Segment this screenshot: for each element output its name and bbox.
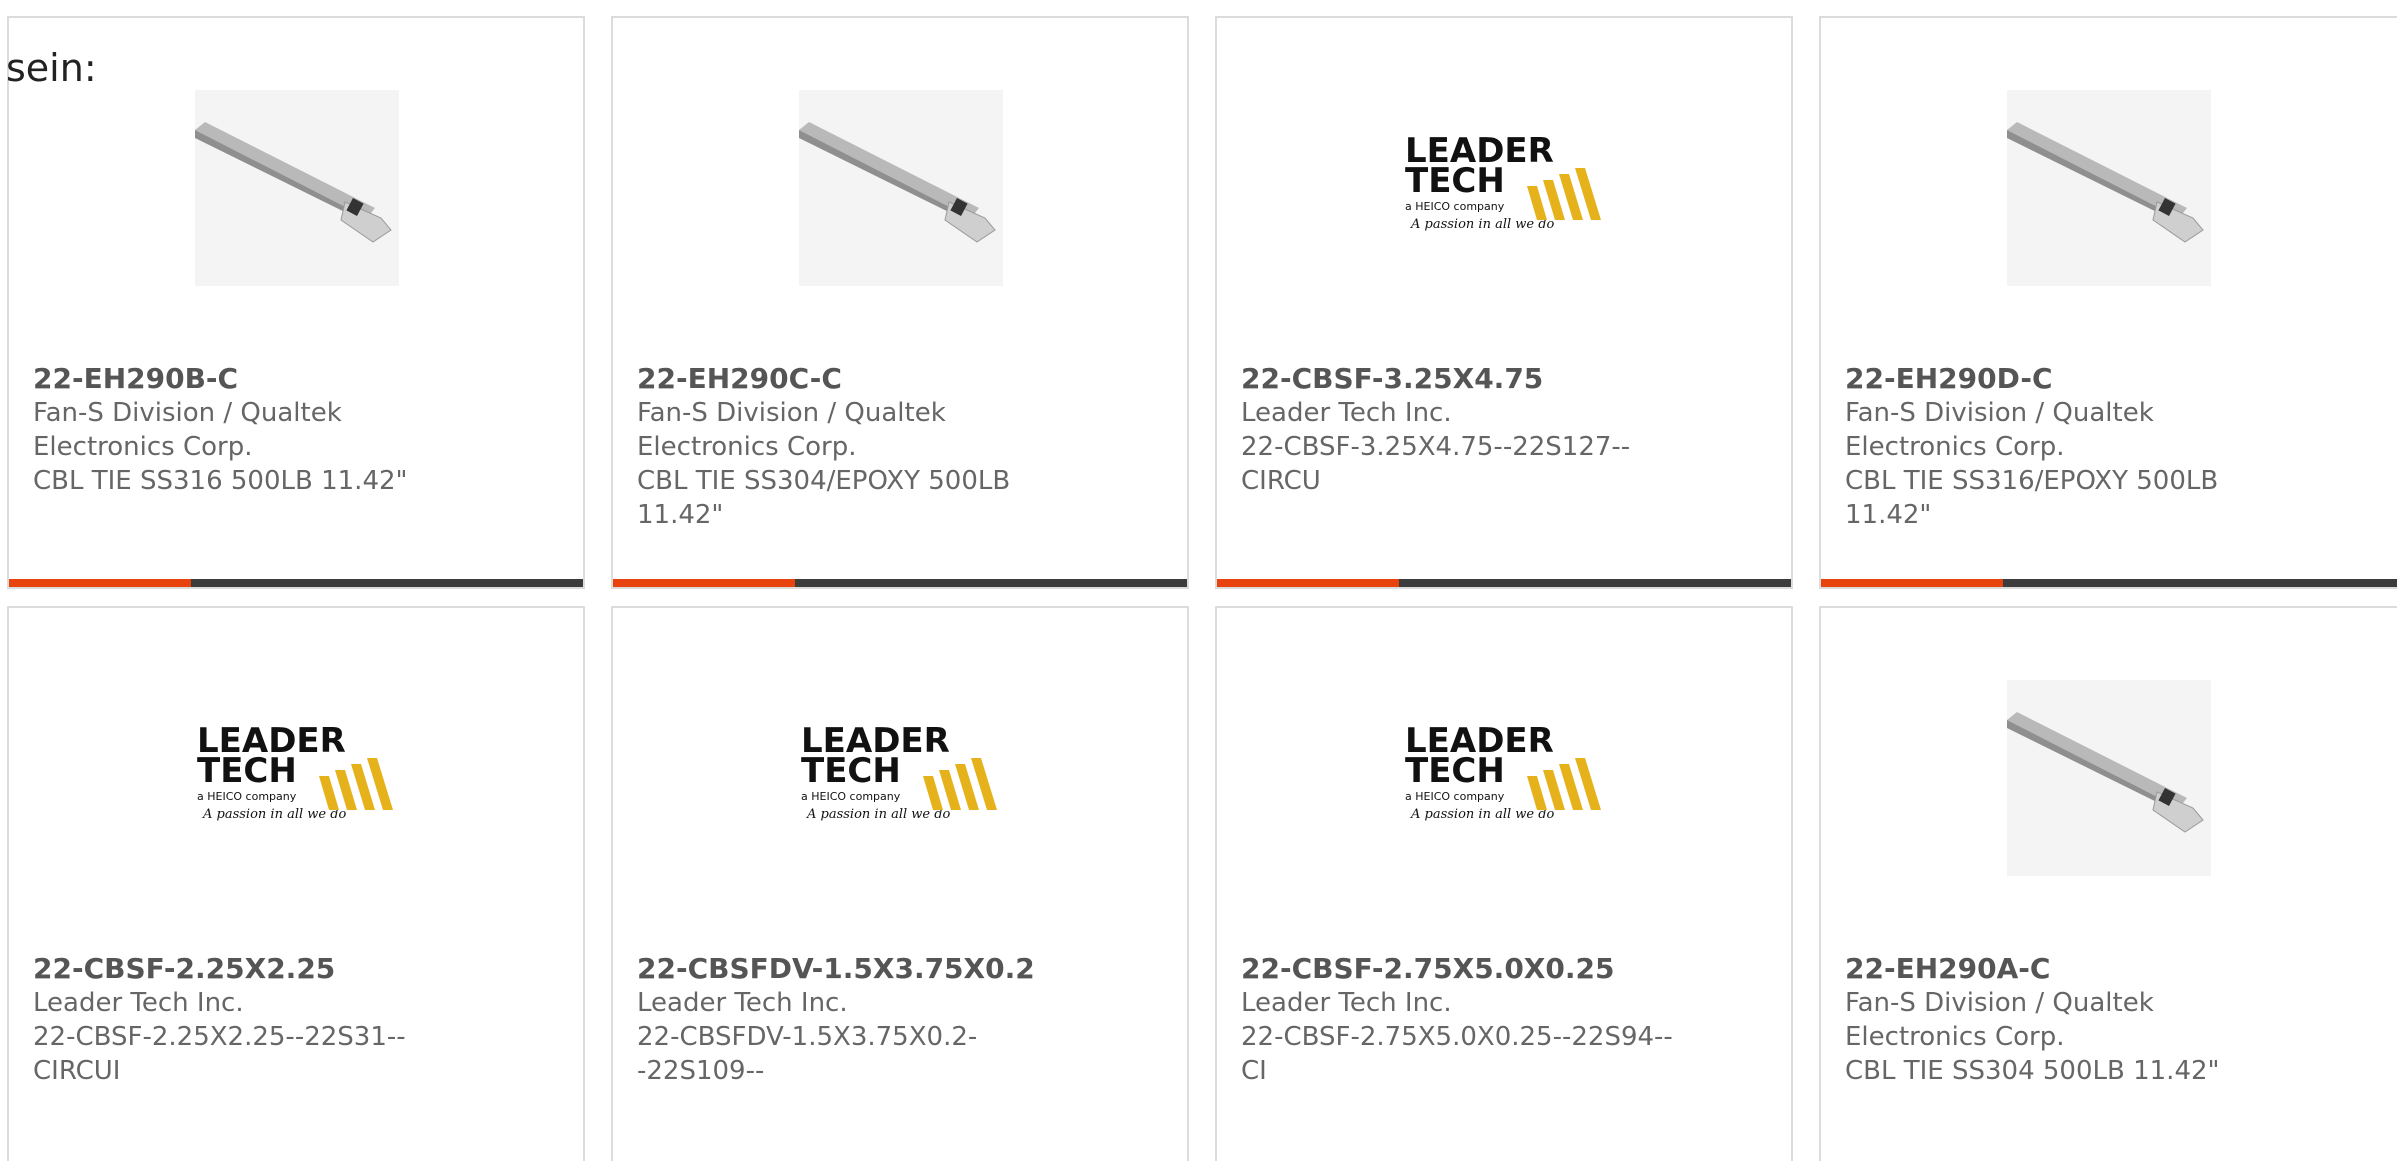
manufacturer: Fan-S Division / Qualtek Electronics Cor… — [637, 398, 946, 462]
description: 22-CBSF-2.75X5.0X0.25--22S94--CI — [1241, 1022, 1673, 1086]
manufacturer: Leader Tech Inc. — [33, 988, 244, 1018]
product-card[interactable]: LEADER TECH a HEICO company A passion in… — [1215, 16, 1793, 589]
part-number[interactable]: 22-CBSF-2.25X2.25 — [33, 952, 473, 986]
svg-text:a HEICO company: a HEICO company — [197, 790, 297, 803]
svg-text:TECH: TECH — [197, 751, 297, 791]
product-card[interactable]: 22-EH290B-C Fan-S Division / Qualtek Ele… — [7, 16, 585, 589]
cable-tie-image[interactable] — [2007, 90, 2211, 286]
product-card[interactable]: LEADER TECH a HEICO company A passion in… — [1215, 606, 1793, 1161]
card-accent — [1821, 579, 2003, 587]
product-card[interactable]: 22-EH290A-C Fan-S Division / Qualtek Ele… — [1819, 606, 2397, 1161]
manufacturer: Fan-S Division / Qualtek Electronics Cor… — [1845, 988, 2154, 1052]
card-accent — [9, 579, 191, 587]
product-grid: 22-EH290B-C Fan-S Division / Qualtek Ele… — [7, 16, 2400, 1161]
leader-tech-logo[interactable]: LEADER TECH a HEICO company A passion in… — [195, 680, 399, 876]
leader-tech-logo[interactable]: LEADER TECH a HEICO company A passion in… — [1403, 680, 1607, 876]
product-info: 22-CBSF-2.75X5.0X0.25 Leader Tech Inc. 2… — [1241, 952, 1681, 1088]
description: CBL TIE SS316 500LB 11.42" — [33, 466, 408, 496]
card-bottom-bar — [9, 579, 583, 587]
part-number[interactable]: 22-CBSF-2.75X5.0X0.25 — [1241, 952, 1681, 986]
svg-text:A passion in all we do: A passion in all we do — [1410, 807, 1555, 822]
svg-text:A passion in all we do: A passion in all we do — [202, 807, 347, 822]
cable-tie-image[interactable] — [2007, 680, 2211, 876]
svg-text:A passion in all we do: A passion in all we do — [1410, 217, 1555, 232]
card-accent — [1217, 579, 1399, 587]
card-bottom-bar — [1821, 579, 2397, 587]
part-number[interactable]: 22-EH290B-C — [33, 362, 473, 396]
svg-text:a HEICO company: a HEICO company — [1405, 200, 1505, 213]
card-bottom-bar — [1217, 579, 1791, 587]
product-info: 22-CBSF-2.25X2.25 Leader Tech Inc. 22-CB… — [33, 952, 473, 1088]
description: CBL TIE SS304 500LB 11.42" — [1845, 1056, 2220, 1086]
part-number[interactable]: 22-EH290C-C — [637, 362, 1077, 396]
intro-text: sein: — [6, 46, 97, 90]
svg-text:TECH: TECH — [1405, 751, 1505, 791]
description: 22-CBSFDV-1.5X3.75X0.2--22S109-- — [637, 1022, 978, 1086]
part-number[interactable]: 22-EH290D-C — [1845, 362, 2285, 396]
card-accent — [613, 579, 795, 587]
description: 22-CBSF-2.25X2.25--22S31--CIRCUI — [33, 1022, 406, 1086]
product-card[interactable]: 22-EH290C-C Fan-S Division / Qualtek Ele… — [611, 16, 1189, 589]
card-bottom-bar — [613, 579, 1187, 587]
product-info: 22-CBSFDV-1.5X3.75X0.2 Leader Tech Inc. … — [637, 952, 1077, 1088]
description: CBL TIE SS316/EPOXY 500LB 11.42" — [1845, 466, 2219, 530]
manufacturer: Leader Tech Inc. — [637, 988, 848, 1018]
product-info: 22-CBSF-3.25X4.75 Leader Tech Inc. 22-CB… — [1241, 362, 1681, 498]
description: 22-CBSF-3.25X4.75--22S127--CIRCU — [1241, 432, 1631, 496]
manufacturer: Fan-S Division / Qualtek Electronics Cor… — [33, 398, 342, 462]
svg-text:A passion in all we do: A passion in all we do — [806, 807, 951, 822]
svg-text:a HEICO company: a HEICO company — [1405, 790, 1505, 803]
svg-text:a HEICO company: a HEICO company — [801, 790, 901, 803]
product-info: 22-EH290A-C Fan-S Division / Qualtek Ele… — [1845, 952, 2285, 1088]
svg-text:TECH: TECH — [801, 751, 901, 791]
part-number[interactable]: 22-CBSF-3.25X4.75 — [1241, 362, 1681, 396]
manufacturer: Fan-S Division / Qualtek Electronics Cor… — [1845, 398, 2154, 462]
product-card[interactable]: LEADER TECH a HEICO company A passion in… — [611, 606, 1189, 1161]
manufacturer: Leader Tech Inc. — [1241, 398, 1452, 428]
manufacturer: Leader Tech Inc. — [1241, 988, 1452, 1018]
product-card[interactable]: LEADER TECH a HEICO company A passion in… — [7, 606, 585, 1161]
cable-tie-image[interactable] — [799, 90, 1003, 286]
part-number[interactable]: 22-CBSFDV-1.5X3.75X0.2 — [637, 952, 1077, 986]
leader-tech-logo[interactable]: LEADER TECH a HEICO company A passion in… — [1403, 90, 1607, 286]
cable-tie-image[interactable] — [195, 90, 399, 286]
product-info: 22-EH290D-C Fan-S Division / Qualtek Ele… — [1845, 362, 2285, 532]
product-card[interactable]: 22-EH290D-C Fan-S Division / Qualtek Ele… — [1819, 16, 2397, 589]
leader-tech-logo[interactable]: LEADER TECH a HEICO company A passion in… — [799, 680, 1003, 876]
part-number[interactable]: 22-EH290A-C — [1845, 952, 2285, 986]
product-info: 22-EH290C-C Fan-S Division / Qualtek Ele… — [637, 362, 1077, 532]
product-info: 22-EH290B-C Fan-S Division / Qualtek Ele… — [33, 362, 473, 498]
svg-text:TECH: TECH — [1405, 161, 1505, 201]
description: CBL TIE SS304/EPOXY 500LB 11.42" — [637, 466, 1011, 530]
